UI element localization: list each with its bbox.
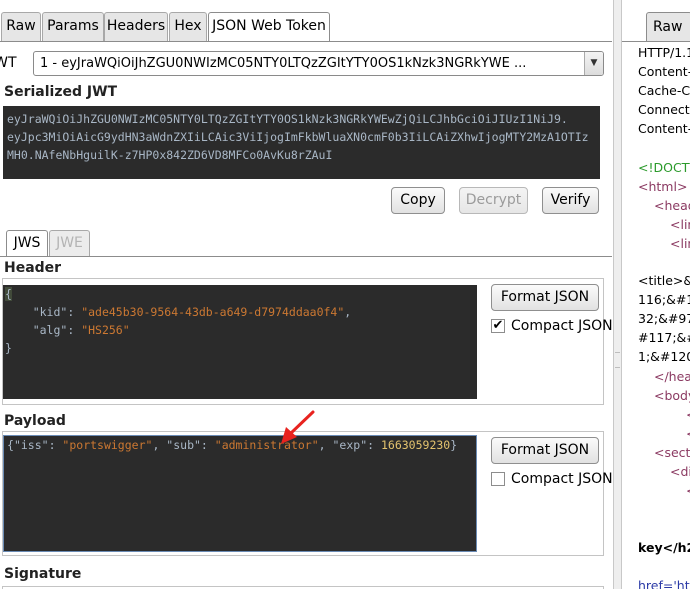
payload-exp-key: "exp" [332,438,368,452]
response-line: </head [654,369,690,384]
serialized-jwt-line: eyJpc3MiOiAicG9ydHN3aWdnZXIiLCAic3ViIjog… [7,130,589,144]
response-line: 116;&#10 [638,292,690,307]
header-json-line-1: { [5,285,475,303]
response-line: 1;&#120; [638,349,690,364]
header-alg-value: "HS256" [81,323,130,337]
tab-hex[interactable]: Hex [169,12,207,41]
copy-button[interactable]: Copy [391,187,445,214]
signature-section-title: Signature [4,566,82,582]
response-line: <lin [670,236,690,251]
payload-json-line: {"iss": "portswigger", "sub": "administr… [7,438,458,452]
response-line: <body [654,388,690,403]
header-kid-key: "kid" [32,305,68,319]
header-kid-value: "ade45b30-9564-43db-a649-d7974ddaa0f4" [81,305,345,319]
decrypt-button[interactable]: Decrypt [459,187,528,214]
tab-divider [0,41,612,42]
header-json-editor[interactable]: { "kid": "ade45b30-9564-43db-a649-d7974d… [3,285,477,399]
serialized-jwt-line: eyJraWQiOiJhZGU0NWIzMC05NTY0LTQzZGItYTY0… [7,112,568,126]
response-line: href='http [638,578,690,589]
response-line: < [686,426,690,442]
payload-section-title: Payload [4,413,66,429]
subtab-divider [0,256,612,257]
response-line: < [686,483,690,499]
tab-raw[interactable]: Raw [1,12,41,41]
response-tab-raw[interactable]: Raw [646,12,690,42]
header-section-title: Header [4,260,62,276]
response-line: <title>&# [638,273,690,288]
tab-jwe[interactable]: JWE [49,230,90,257]
response-line: HTTP/1.1 [638,45,690,60]
response-line: Content-L [638,121,690,136]
tab-params[interactable]: Params [42,12,104,41]
response-line: <!DOCTY [638,160,690,175]
response-line: <lin [670,217,690,232]
verify-button[interactable]: Verify [542,187,599,214]
response-line: Content-T [638,64,690,79]
response-line: <head [654,198,690,213]
response-line: Cache-Co [638,83,690,98]
response-line: <secti [654,445,690,460]
header-json-line-4: } [5,339,475,357]
jwt-dropdown-value: 1 - eyJraWQiOiJhZGU0NWIzMC05NTY0LTQzZGIt… [40,56,527,71]
tab-json-web-token[interactable]: JSON Web Token [208,12,330,42]
response-pane: Raw HTTP/1.1 Content-T Cache-Co Connecti… [622,0,690,589]
payload-exp-value: 1663059230 [380,438,451,452]
response-line: < [686,407,690,423]
pane-splitter[interactable] [613,0,622,589]
response-tab-divider [622,41,690,42]
payload-compact-json-label: Compact JSON [511,471,613,487]
payload-iss-key: "iss" [13,438,49,452]
header-json-line-2: "kid": "ade45b30-9564-43db-a649-d7974dda… [32,305,352,319]
payload-json-editor[interactable]: {"iss": "portswigger", "sub": "administr… [3,435,477,552]
chevron-down-icon[interactable]: ▼ [584,52,603,75]
jwt-dropdown[interactable]: 1 - eyJraWQiOiJhZGU0NWIzMC05NTY0LTQzZGIt… [33,51,604,76]
tab-jws[interactable]: JWS [6,230,48,257]
header-alg-key: "alg" [32,323,68,337]
payload-format-json-button[interactable]: Format JSON [491,437,599,464]
response-line: #117;&#1 [638,330,690,345]
grip-icon[interactable] [615,352,620,368]
response-line: 32;&#97; [638,311,690,326]
header-format-json-button[interactable]: Format JSON [491,284,599,311]
response-line: <div [670,464,690,479]
header-open-brace: { [5,287,12,301]
response-line: Connecti [638,102,690,117]
payload-iss-value: "portswigger" [62,438,153,452]
checkbox-unchecked-icon[interactable] [491,472,505,486]
header-compact-json-label: Compact JSON [511,318,613,334]
header-close-brace: } [5,341,12,355]
jwt-selector-label: JWT [0,55,17,71]
tab-headers[interactable]: Headers [104,12,168,41]
payload-sub-value: "administrator" [214,438,319,452]
response-line: <html> [638,179,688,194]
serialized-jwt-title: Serialized JWT [4,84,118,100]
response-line: key</h2> [638,540,690,555]
header-json-line-3: "alg": "HS256" [32,323,130,337]
checkbox-checked-icon[interactable]: ✔ [491,319,505,333]
payload-sub-key: "sub" [166,438,201,452]
message-editor-pane: Raw Params Headers Hex JSON Web Token JW… [0,0,613,589]
serialized-jwt-line: MH0.NAfeNbHguilK-z7HP0x842ZD6VD8MFCo0AvK… [7,148,333,162]
serialized-jwt-textarea[interactable]: eyJraWQiOiJhZGU0NWIzMC05NTY0LTQzZGItYTY0… [3,106,600,179]
